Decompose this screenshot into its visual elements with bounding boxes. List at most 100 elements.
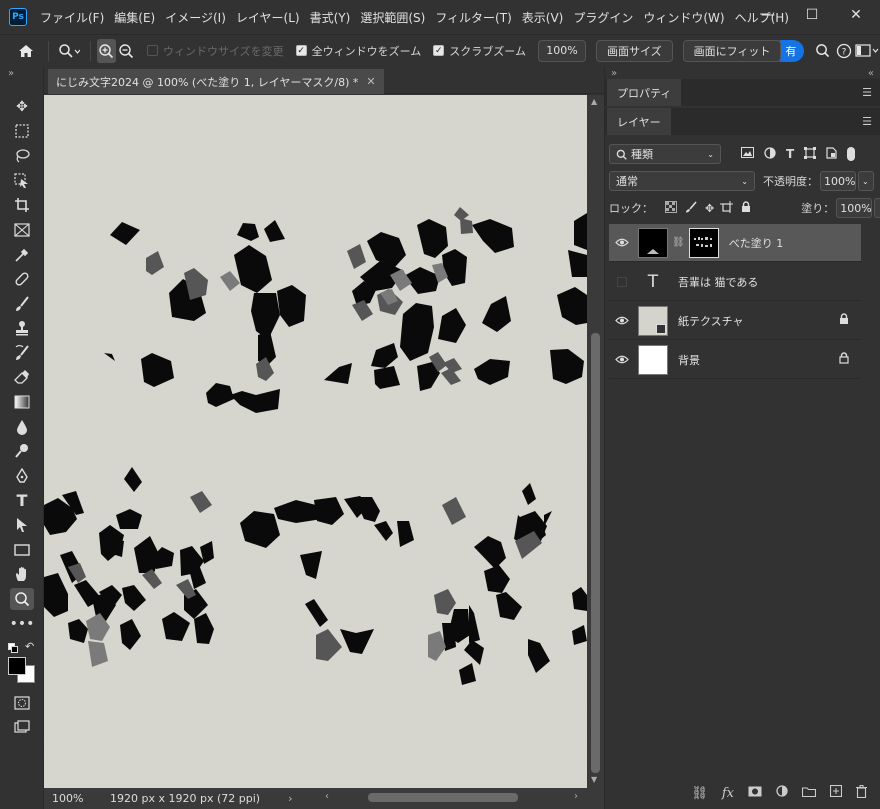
background-layer-thumbnail[interactable]: [638, 344, 668, 375]
more-tools-icon[interactable]: •••: [10, 613, 35, 635]
layer-row-fill[interactable]: ⛓ べた塗り 1: [609, 224, 861, 262]
status-menu-icon[interactable]: ›: [288, 792, 292, 805]
zoom-level-field[interactable]: 100%: [52, 792, 102, 805]
expand-panels-icon[interactable]: «: [868, 68, 874, 79]
menu-image[interactable]: イメージ(I): [160, 9, 231, 26]
minimize-button[interactable]: —: [746, 0, 790, 30]
lock-all-icon[interactable]: [741, 200, 751, 216]
default-colors-icon[interactable]: [8, 642, 18, 653]
fill-screen-button[interactable]: 画面にフィット: [682, 39, 782, 62]
blur-tool-icon[interactable]: [10, 416, 34, 438]
layer-mask-thumbnail[interactable]: [688, 227, 719, 258]
zoom-percent-field[interactable]: 100%: [537, 39, 586, 62]
pen-tool-icon[interactable]: [10, 465, 34, 487]
scrubby-zoom-checkbox[interactable]: ✓ スクラブズーム: [433, 43, 526, 59]
quick-mask-icon[interactable]: [10, 692, 34, 714]
filter-type-icon[interactable]: T: [786, 147, 794, 161]
layer-row-paper[interactable]: 紙テクスチャ: [609, 302, 861, 340]
document-canvas[interactable]: [44, 95, 587, 788]
search-icon[interactable]: [812, 43, 833, 58]
zoom-tool-icon[interactable]: [10, 588, 34, 610]
paper-layer-thumbnail[interactable]: [638, 305, 668, 336]
zoom-in-icon[interactable]: [96, 38, 117, 63]
workspace-icon[interactable]: [854, 43, 880, 58]
eraser-tool-icon[interactable]: [10, 366, 34, 388]
home-icon[interactable]: [10, 43, 42, 59]
zoom-out-icon[interactable]: [116, 43, 137, 59]
horizontal-scroll-thumb[interactable]: [368, 793, 518, 802]
fill-slider-toggle-icon[interactable]: ⌄: [874, 198, 880, 218]
layer-filter-kind-dropdown[interactable]: 種類 ⌄: [609, 144, 721, 164]
scroll-up-icon[interactable]: ▲: [591, 97, 597, 106]
filter-shape-icon[interactable]: [804, 146, 817, 162]
properties-menu-icon[interactable]: ☰: [862, 86, 872, 99]
zoom-all-windows-checkbox[interactable]: ✓ 全ウィンドウをズーム: [295, 43, 421, 59]
delete-layer-icon[interactable]: [856, 784, 867, 802]
menu-layer[interactable]: レイヤー(L): [231, 9, 305, 26]
document-info[interactable]: 1920 px x 1920 px (72 ppi): [110, 792, 260, 805]
scroll-down-icon[interactable]: ▼: [591, 775, 597, 784]
rectangle-tool-icon[interactable]: [10, 539, 34, 561]
eyedropper-tool-icon[interactable]: [10, 244, 34, 266]
menu-file[interactable]: ファイル(F): [35, 9, 109, 26]
object-selection-tool-icon[interactable]: [10, 170, 34, 192]
close-button[interactable]: ✕: [834, 0, 878, 30]
scroll-left-icon[interactable]: ‹: [325, 791, 329, 802]
tab-layers[interactable]: レイヤー: [607, 108, 671, 135]
hand-tool-icon[interactable]: [10, 563, 34, 585]
screen-mode-icon[interactable]: [10, 716, 34, 738]
menu-type[interactable]: 書式(Y): [305, 9, 356, 26]
dodge-tool-icon[interactable]: [10, 440, 34, 462]
vertical-scroll-thumb[interactable]: [591, 333, 600, 773]
type-tool-icon[interactable]: T: [10, 489, 34, 511]
visibility-toggle-empty[interactable]: [609, 276, 635, 287]
lock-artboard-icon[interactable]: [720, 200, 734, 216]
new-group-icon[interactable]: [801, 786, 817, 801]
opacity-field[interactable]: 100%: [820, 171, 856, 191]
crop-tool-icon[interactable]: [10, 194, 34, 216]
collapse-toolbar-icon[interactable]: »: [8, 68, 14, 79]
document-tab[interactable]: にじみ文字2024 @ 100% (べた塗り 1, レイヤーマスク/8) * ✕: [48, 69, 384, 94]
tab-properties[interactable]: プロパティ: [607, 79, 682, 106]
lock-pixels-icon[interactable]: [685, 200, 697, 216]
add-mask-icon[interactable]: [748, 786, 762, 801]
lock-transparent-icon[interactable]: [665, 200, 677, 216]
menu-filter[interactable]: フィルター(T): [430, 9, 516, 26]
type-layer-icon[interactable]: T: [638, 267, 668, 297]
new-layer-icon[interactable]: [829, 784, 843, 801]
maximize-button[interactable]: ☐: [790, 0, 834, 30]
fill-layer-thumbnail[interactable]: [638, 227, 668, 258]
opacity-slider-toggle-icon[interactable]: ⌄: [858, 171, 874, 191]
menu-view[interactable]: 表示(V): [517, 9, 569, 26]
swap-colors-icon[interactable]: ↶: [25, 640, 34, 653]
filter-pixel-icon[interactable]: [741, 147, 754, 161]
foreground-color-swatch[interactable]: [8, 657, 26, 675]
menu-edit[interactable]: 編集(E): [109, 9, 160, 26]
adjustment-layer-icon[interactable]: [776, 785, 788, 801]
zoom-tool-preset-icon[interactable]: [55, 43, 84, 59]
collapse-panels-icon[interactable]: »: [611, 68, 617, 79]
visibility-eye-icon[interactable]: [609, 355, 635, 364]
clone-stamp-tool-icon[interactable]: [10, 317, 34, 339]
layer-style-icon[interactable]: fx: [722, 786, 734, 801]
frame-tool-icon[interactable]: [10, 219, 34, 241]
move-tool-icon[interactable]: ✥: [10, 96, 34, 118]
resize-windows-checkbox[interactable]: ウィンドウサイズを変更: [146, 43, 284, 59]
menu-select[interactable]: 選択範囲(S): [355, 9, 430, 26]
menu-plugins[interactable]: プラグイン: [568, 9, 638, 26]
vertical-scrollbar[interactable]: ▲ ▼: [587, 95, 604, 788]
layer-name[interactable]: 紙テクスチャ: [678, 313, 744, 329]
close-tab-icon[interactable]: ✕: [366, 75, 375, 88]
path-selection-tool-icon[interactable]: [10, 514, 34, 536]
lasso-tool-icon[interactable]: [10, 145, 34, 167]
visibility-eye-icon[interactable]: [609, 316, 635, 325]
brush-tool-icon[interactable]: [10, 293, 34, 315]
help-icon[interactable]: ?: [833, 43, 854, 59]
layer-name[interactable]: 吾輩は 猫である: [678, 274, 758, 290]
history-brush-tool-icon[interactable]: [10, 342, 34, 364]
marquee-tool-icon[interactable]: [10, 120, 34, 142]
filter-toggle-icon[interactable]: [847, 147, 856, 161]
layer-name[interactable]: べた塗り 1: [729, 235, 784, 251]
visibility-eye-icon[interactable]: [609, 238, 635, 247]
filter-adjustment-icon[interactable]: [764, 146, 776, 162]
